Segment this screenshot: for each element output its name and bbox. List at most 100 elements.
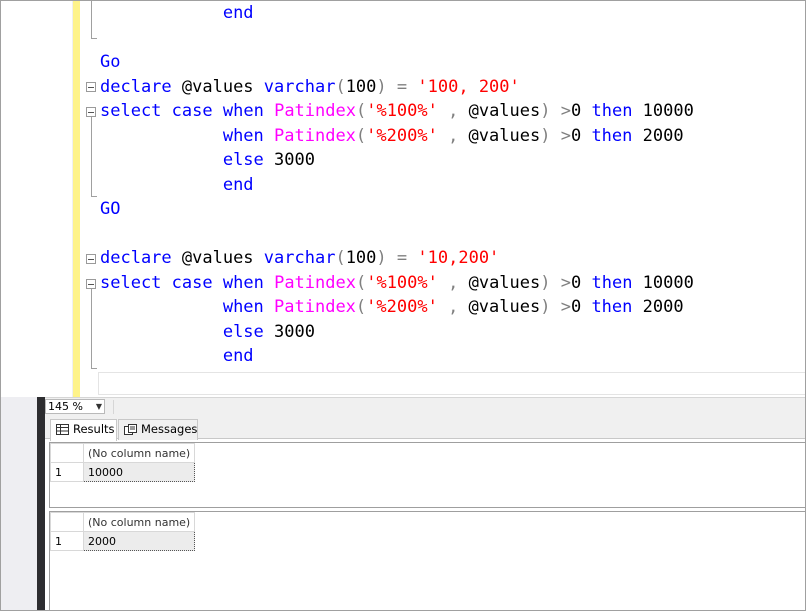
code-line[interactable]: declare @values varchar(100) = '10,200'	[100, 246, 694, 271]
code-token: when	[222, 101, 264, 121]
tab-messages-label: Messages	[141, 422, 198, 436]
code-token: varchar	[263, 248, 336, 268]
code-token: then	[591, 297, 633, 317]
code-token: ,	[437, 272, 469, 293]
code-token: )	[540, 125, 551, 146]
code-line[interactable]: end	[100, 1, 694, 26]
code-line[interactable]: select case when Patindex('%100%' , @val…	[100, 271, 694, 296]
code-token: declare	[100, 76, 172, 97]
sql-code[interactable]: end Go declare @values varchar(100) = '100…	[100, 1, 694, 369]
messages-icon	[124, 424, 137, 435]
code-token: Patindex	[274, 272, 356, 293]
code-token: 10000	[632, 101, 694, 121]
tab-messages[interactable]: Messages	[118, 419, 198, 440]
code-token: =	[396, 248, 408, 268]
code-token: varchar	[263, 76, 336, 97]
code-token: Go	[100, 52, 121, 72]
code-token: Patindex	[274, 297, 356, 317]
collapse-toggle-icon[interactable]	[86, 82, 96, 92]
code-token: '%100%'	[366, 272, 438, 293]
code-line[interactable]	[100, 26, 694, 51]
grid-icon	[56, 424, 69, 435]
results-pane: Results Messages (No column name) 1 1000…	[45, 415, 805, 610]
result-grid-2[interactable]: (No column name) 1 2000	[49, 511, 805, 610]
collapse-toggle-icon[interactable]	[86, 279, 96, 289]
code-token: then	[591, 125, 633, 146]
code-token: declare	[100, 248, 172, 268]
code-token: (	[355, 272, 367, 293]
result-cell[interactable]: 10000	[82, 462, 196, 482]
collapse-toggle-icon[interactable]	[86, 254, 96, 264]
selection-margin	[45, 1, 73, 397]
code-token: (	[355, 125, 367, 146]
code-token: )	[540, 272, 551, 293]
code-line[interactable]	[100, 222, 694, 247]
code-line[interactable]: else 3000	[100, 320, 694, 345]
result-table: (No column name) 1 2000	[50, 512, 196, 551]
row-number[interactable]: 1	[50, 462, 84, 482]
code-token: when	[222, 272, 264, 293]
code-token: @values	[468, 297, 541, 317]
outline-end	[91, 38, 97, 39]
code-line[interactable]: end	[100, 173, 694, 198]
collapse-toggle-icon[interactable]	[86, 107, 96, 117]
code-line[interactable]: end	[100, 344, 694, 369]
code-token: (	[355, 297, 367, 317]
results-tab-strip: Results Messages	[45, 415, 805, 441]
result-table: (No column name) 1 10000	[50, 443, 196, 482]
grid-corner-cell[interactable]	[50, 443, 84, 463]
code-line[interactable]: Go	[100, 50, 694, 75]
grid-corner-cell[interactable]	[50, 512, 84, 532]
code-token: 2000	[632, 125, 684, 146]
code-token: 100	[345, 76, 377, 97]
code-token: select	[100, 101, 162, 121]
code-token: Patindex	[274, 101, 356, 121]
code-line[interactable]: when Patindex('%200%' , @values) >0 then…	[100, 124, 694, 149]
code-token: )	[540, 101, 551, 121]
code-token: )	[376, 248, 387, 268]
row-number[interactable]: 1	[50, 531, 84, 551]
result-grid-1[interactable]: (No column name) 1 10000	[49, 442, 805, 508]
code-token: 3000	[263, 150, 315, 170]
zoom-value: 145 %	[48, 400, 83, 413]
code-token: (	[355, 101, 367, 121]
code-token: >	[560, 101, 571, 121]
query-editor[interactable]: end Go declare @values varchar(100) = '100…	[1, 1, 805, 397]
code-token: 0	[571, 272, 592, 293]
code-line[interactable]: else 3000	[100, 148, 694, 173]
code-token: ,	[437, 125, 469, 146]
code-token: else	[222, 321, 264, 342]
code-token: then	[591, 272, 633, 293]
code-line[interactable]: GO	[100, 197, 694, 222]
code-token: @values	[468, 272, 541, 293]
horizontal-scrollbar[interactable]	[113, 400, 805, 414]
code-token: 0	[571, 101, 592, 121]
column-header[interactable]: (No column name)	[82, 443, 196, 463]
code-token: @values	[468, 125, 541, 146]
tab-results[interactable]: Results	[50, 419, 117, 441]
result-cell[interactable]: 2000	[82, 531, 196, 551]
code-token: @values	[171, 76, 264, 97]
code-line[interactable]: select case when Patindex('%100%' , @val…	[100, 99, 694, 124]
code-token: )	[540, 297, 551, 317]
code-line[interactable]: declare @values varchar(100) = '100, 200…	[100, 75, 694, 100]
code-token: '%200%'	[366, 297, 438, 317]
code-token: 0	[570, 297, 592, 317]
code-token: end	[222, 3, 254, 23]
column-header[interactable]: (No column name)	[82, 512, 196, 532]
zoom-dropdown[interactable]: 145 % ▼	[45, 399, 105, 414]
outline-line	[91, 289, 92, 368]
tab-results-label: Results	[73, 422, 115, 436]
dropdown-arrow-icon[interactable]: ▼	[96, 400, 102, 413]
code-token: '%200%'	[366, 125, 438, 146]
code-line[interactable]: when Patindex('%200%' , @values) >0 then…	[100, 295, 694, 320]
